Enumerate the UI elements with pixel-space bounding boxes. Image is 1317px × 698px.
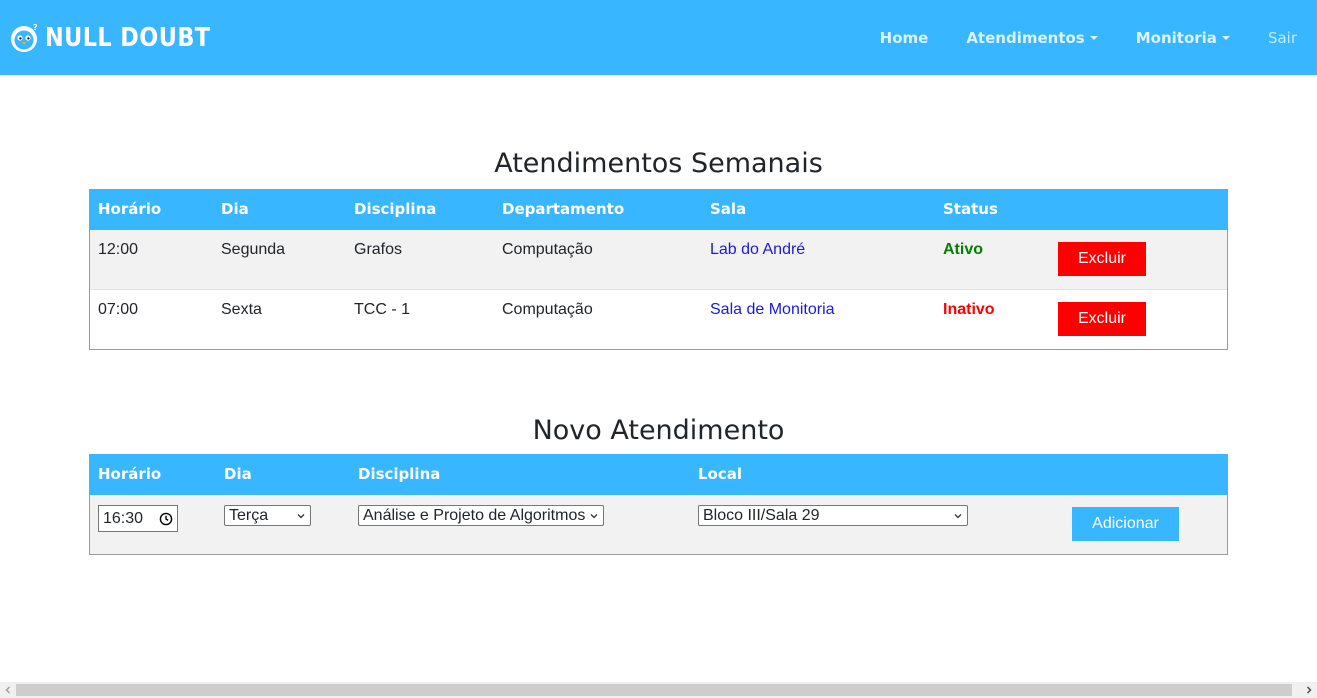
cell-subject: TCC - 1 — [354, 301, 410, 318]
header-status: Status — [943, 200, 998, 218]
table-row: 07:00 Sexta TCC - 1 Computação Sala de M… — [90, 289, 1227, 349]
location-select-value: Bloco III/Sala 29 — [703, 507, 820, 524]
nav-logout[interactable]: Sair — [1268, 29, 1297, 47]
new-session-table: Horário Dia Disciplina Local 16:30 Terça… — [89, 454, 1228, 555]
header-horario: Horário — [98, 465, 162, 483]
weekly-title: Atendimentos Semanais — [494, 148, 823, 179]
status-badge: Inativo — [943, 301, 995, 318]
form-row: 16:30 Terça Análise e Projeto de Algorit… — [90, 495, 1227, 554]
delete-button[interactable]: Excluir — [1058, 302, 1146, 336]
header-local: Local — [698, 465, 743, 483]
chevron-down-icon — [954, 513, 962, 518]
caret-down-icon — [1221, 35, 1230, 40]
nav-menu: Home Atendimentos Monitoria Sair — [842, 0, 1297, 75]
nav-home-label: Home — [879, 28, 929, 47]
cell-room-link[interactable]: Sala de Monitoria — [710, 301, 835, 319]
location-select[interactable]: Bloco III/Sala 29 — [698, 505, 968, 526]
cell-department: Computação — [502, 301, 593, 318]
nav-atendimentos-dropdown[interactable]: Atendimentos — [966, 28, 1098, 47]
subject-select-value: Análise e Projeto de Algoritmos — [363, 507, 586, 524]
add-button[interactable]: Adicionar — [1072, 507, 1179, 541]
cell-room-link[interactable]: Lab do André — [710, 241, 805, 259]
header-sala: Sala — [710, 200, 747, 218]
chevron-down-icon — [590, 513, 598, 518]
delete-button[interactable]: Excluir — [1058, 242, 1146, 276]
cell-day: Sexta — [221, 301, 262, 318]
header-disciplina: Disciplina — [354, 200, 437, 218]
horizontal-scrollbar[interactable] — [0, 682, 1317, 698]
scroll-left-arrow-icon[interactable] — [0, 682, 16, 698]
cell-subject: Grafos — [354, 241, 403, 258]
subject-select[interactable]: Análise e Projeto de Algoritmos — [358, 505, 604, 526]
nav-monitoria-label: Monitoria — [1135, 28, 1217, 47]
chevron-down-icon — [297, 513, 305, 518]
cell-department: Computação — [502, 241, 593, 258]
nav-home[interactable]: Home — [880, 29, 929, 47]
status-badge: Ativo — [943, 241, 983, 258]
header-departamento: Departamento — [502, 200, 625, 218]
clock-icon[interactable] — [159, 512, 173, 526]
scroll-right-arrow-icon[interactable] — [1301, 682, 1317, 698]
cell-time: 07:00 — [98, 301, 139, 318]
caret-down-icon — [1089, 35, 1098, 40]
cell-time: 12:00 — [98, 241, 139, 258]
table-header: Horário Dia Disciplina Local — [90, 454, 1227, 495]
penguin-logo-icon: ? — [11, 23, 38, 52]
navbar: ? NULL DOUBT Home Atendimentos Monitoria… — [0, 0, 1317, 75]
day-select[interactable]: Terça — [224, 505, 311, 526]
weekly-table: Horário Dia Disciplina Departamento Sala… — [89, 189, 1228, 350]
time-input[interactable]: 16:30 — [98, 505, 178, 532]
header-dia: Dia — [224, 465, 252, 483]
cell-day: Segunda — [221, 241, 286, 258]
table-row: 12:00 Segunda Grafos Computação Lab do A… — [90, 230, 1227, 289]
brand-name: NULL DOUBT — [45, 23, 211, 53]
day-select-value: Terça — [229, 507, 269, 524]
svg-text:?: ? — [33, 23, 38, 32]
table-header: Horário Dia Disciplina Departamento Sala… — [90, 189, 1227, 230]
header-horario: Horário — [98, 200, 162, 218]
new-session-title: Novo Atendimento — [532, 415, 785, 446]
nav-logout-label: Sair — [1267, 28, 1297, 47]
scrollbar-thumb[interactable] — [16, 684, 1292, 696]
nav-atendimentos-label: Atendimentos — [966, 28, 1085, 47]
brand[interactable]: ? NULL DOUBT — [10, 21, 237, 55]
time-value: 16:30 — [103, 509, 144, 527]
header-disciplina: Disciplina — [358, 465, 441, 483]
header-dia: Dia — [221, 200, 249, 218]
nav-monitoria-dropdown[interactable]: Monitoria — [1136, 29, 1230, 47]
